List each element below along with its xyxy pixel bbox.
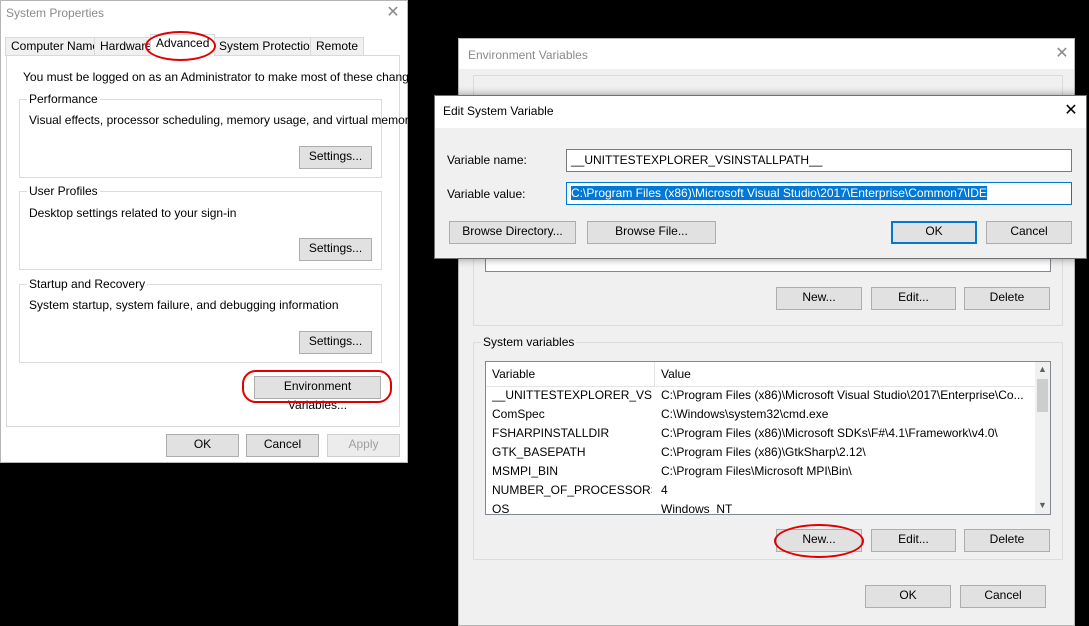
browse-file-button[interactable]: Browse File... [587,221,716,244]
row-variable: NUMBER_OF_PROCESSORS [492,483,652,497]
titlebar[interactable]: Environment Variables ✕ [459,39,1074,63]
user-delete-button[interactable]: Delete [964,287,1050,310]
row-value: C:\Program Files\Microsoft MPI\Bin\ [661,464,852,478]
ok-button[interactable]: OK [166,434,239,457]
edit-system-variable-dialog: Edit System Variable ✕ Variable name: __… [434,95,1087,259]
scroll-down-icon[interactable]: ▼ [1035,500,1050,510]
table-row[interactable]: NUMBER_OF_PROCESSORS 4 [486,481,1050,500]
row-value: C:\Program Files (x86)\GtkSharp\2.12\ [661,445,866,459]
list-header: Variable Value [486,362,1035,387]
row-variable: FSHARPINSTALLDIR [492,426,610,440]
table-row[interactable]: MSMPI_BIN C:\Program Files\Microsoft MPI\… [486,462,1050,481]
group-label: User Profiles [27,184,100,198]
group-label: Performance [27,92,100,106]
titlebar[interactable]: Edit System Variable ✕ [435,96,1086,126]
table-row[interactable]: OS Windows_NT [486,500,1050,515]
table-row[interactable]: GTK_BASEPATH C:\Program Files (x86)\GtkSh… [486,443,1050,462]
variable-value-field[interactable]: C:\Program Files (x86)\Microsoft Visual … [566,182,1072,205]
system-properties-window: System Properties ✕ Computer Name Hardwa… [0,0,425,463]
row-value: 4 [661,483,668,497]
user-edit-button[interactable]: Edit... [871,287,956,310]
performance-group: Performance Visual effects, processor sc… [19,92,415,178]
column-header-variable[interactable]: Variable [492,367,535,381]
titlebar[interactable]: System Properties ✕ [1,1,407,25]
tab-remote[interactable]: Remote [310,37,365,56]
user-profiles-settings-button[interactable]: Settings... [299,238,372,261]
group-label: System variables [481,335,577,349]
tab-label: Computer Name [11,39,100,53]
ok-button[interactable]: OK [891,221,977,244]
variable-value-label: Variable value: [447,187,526,201]
row-value: C:\Program Files (x86)\Microsoft SDKs\F#… [661,426,998,440]
column-divider[interactable] [654,362,655,386]
close-icon[interactable]: ✕ [381,3,405,23]
admin-note: You must be logged on as an Administrato… [23,70,425,84]
system-variables-list[interactable]: Variable Value __UNITTESTEXPLORER_VSIN..… [485,361,1051,515]
window-title: Environment Variables [468,48,588,62]
tab-computer-name[interactable]: Computer Name [5,37,106,56]
performance-settings-button[interactable]: Settings... [299,146,372,169]
ok-button[interactable]: OK [865,585,951,608]
browse-directory-button[interactable]: Browse Directory... [449,221,576,244]
annotation-circle [242,370,392,403]
variable-name-label: Variable name: [447,153,527,167]
tab-label: Remote [316,39,359,53]
scrollbar-thumb[interactable] [1037,379,1048,412]
group-description: Visual effects, processor scheduling, me… [29,113,415,127]
table-row[interactable]: __UNITTESTEXPLORER_VSIN... C:\Program Fil… [486,386,1050,405]
tab-label: System Protection [219,39,317,53]
cancel-button[interactable]: Cancel [246,434,319,457]
window-title: Edit System Variable [443,104,554,118]
close-icon[interactable]: ✕ [1059,101,1083,121]
tab-system-protection[interactable]: System Protection [213,37,323,56]
startup-recovery-settings-button[interactable]: Settings... [299,331,372,354]
system-edit-button[interactable]: Edit... [871,529,956,552]
row-variable: __UNITTESTEXPLORER_VSIN... [492,388,652,402]
cancel-button[interactable]: Cancel [960,585,1046,608]
startup-recovery-group: Startup and Recovery System startup, sys… [19,277,382,363]
cancel-button[interactable]: Cancel [986,221,1072,244]
row-value: C:\Program Files (x86)\Microsoft Visual … [661,388,1024,402]
row-variable: GTK_BASEPATH [492,445,586,459]
group-description: System startup, system failure, and debu… [29,298,339,312]
row-value: C:\Windows\system32\cmd.exe [661,407,829,421]
window-title: System Properties [6,6,105,20]
selected-text: C:\Program Files (x86)\Microsoft Visual … [571,186,987,200]
table-row[interactable]: ComSpec C:\Windows\system32\cmd.exe [486,405,1050,424]
column-header-value[interactable]: Value [661,367,691,381]
system-delete-button[interactable]: Delete [964,529,1050,552]
user-new-button[interactable]: New... [776,287,862,310]
row-variable: OS [492,502,510,515]
group-label: Startup and Recovery [27,277,148,291]
row-value: Windows_NT [661,502,733,515]
table-row[interactable]: FSHARPINSTALLDIR C:\Program Files (x86)\M… [486,424,1050,443]
annotation-circle [774,524,864,558]
row-variable: ComSpec [492,407,545,421]
apply-button[interactable]: Apply [327,434,400,457]
annotation-circle [145,31,216,61]
scroll-up-icon[interactable]: ▲ [1035,364,1050,374]
variable-name-field[interactable]: __UNITTESTEXPLORER_VSINSTALLPATH__ [566,149,1072,172]
group-description: Desktop settings related to your sign-in [29,206,237,220]
row-variable: MSMPI_BIN [492,464,559,478]
user-profiles-group: User Profiles Desktop settings related t… [19,184,382,270]
close-icon[interactable]: ✕ [1050,44,1074,64]
vertical-scrollbar[interactable]: ▲ ▼ [1035,362,1050,514]
